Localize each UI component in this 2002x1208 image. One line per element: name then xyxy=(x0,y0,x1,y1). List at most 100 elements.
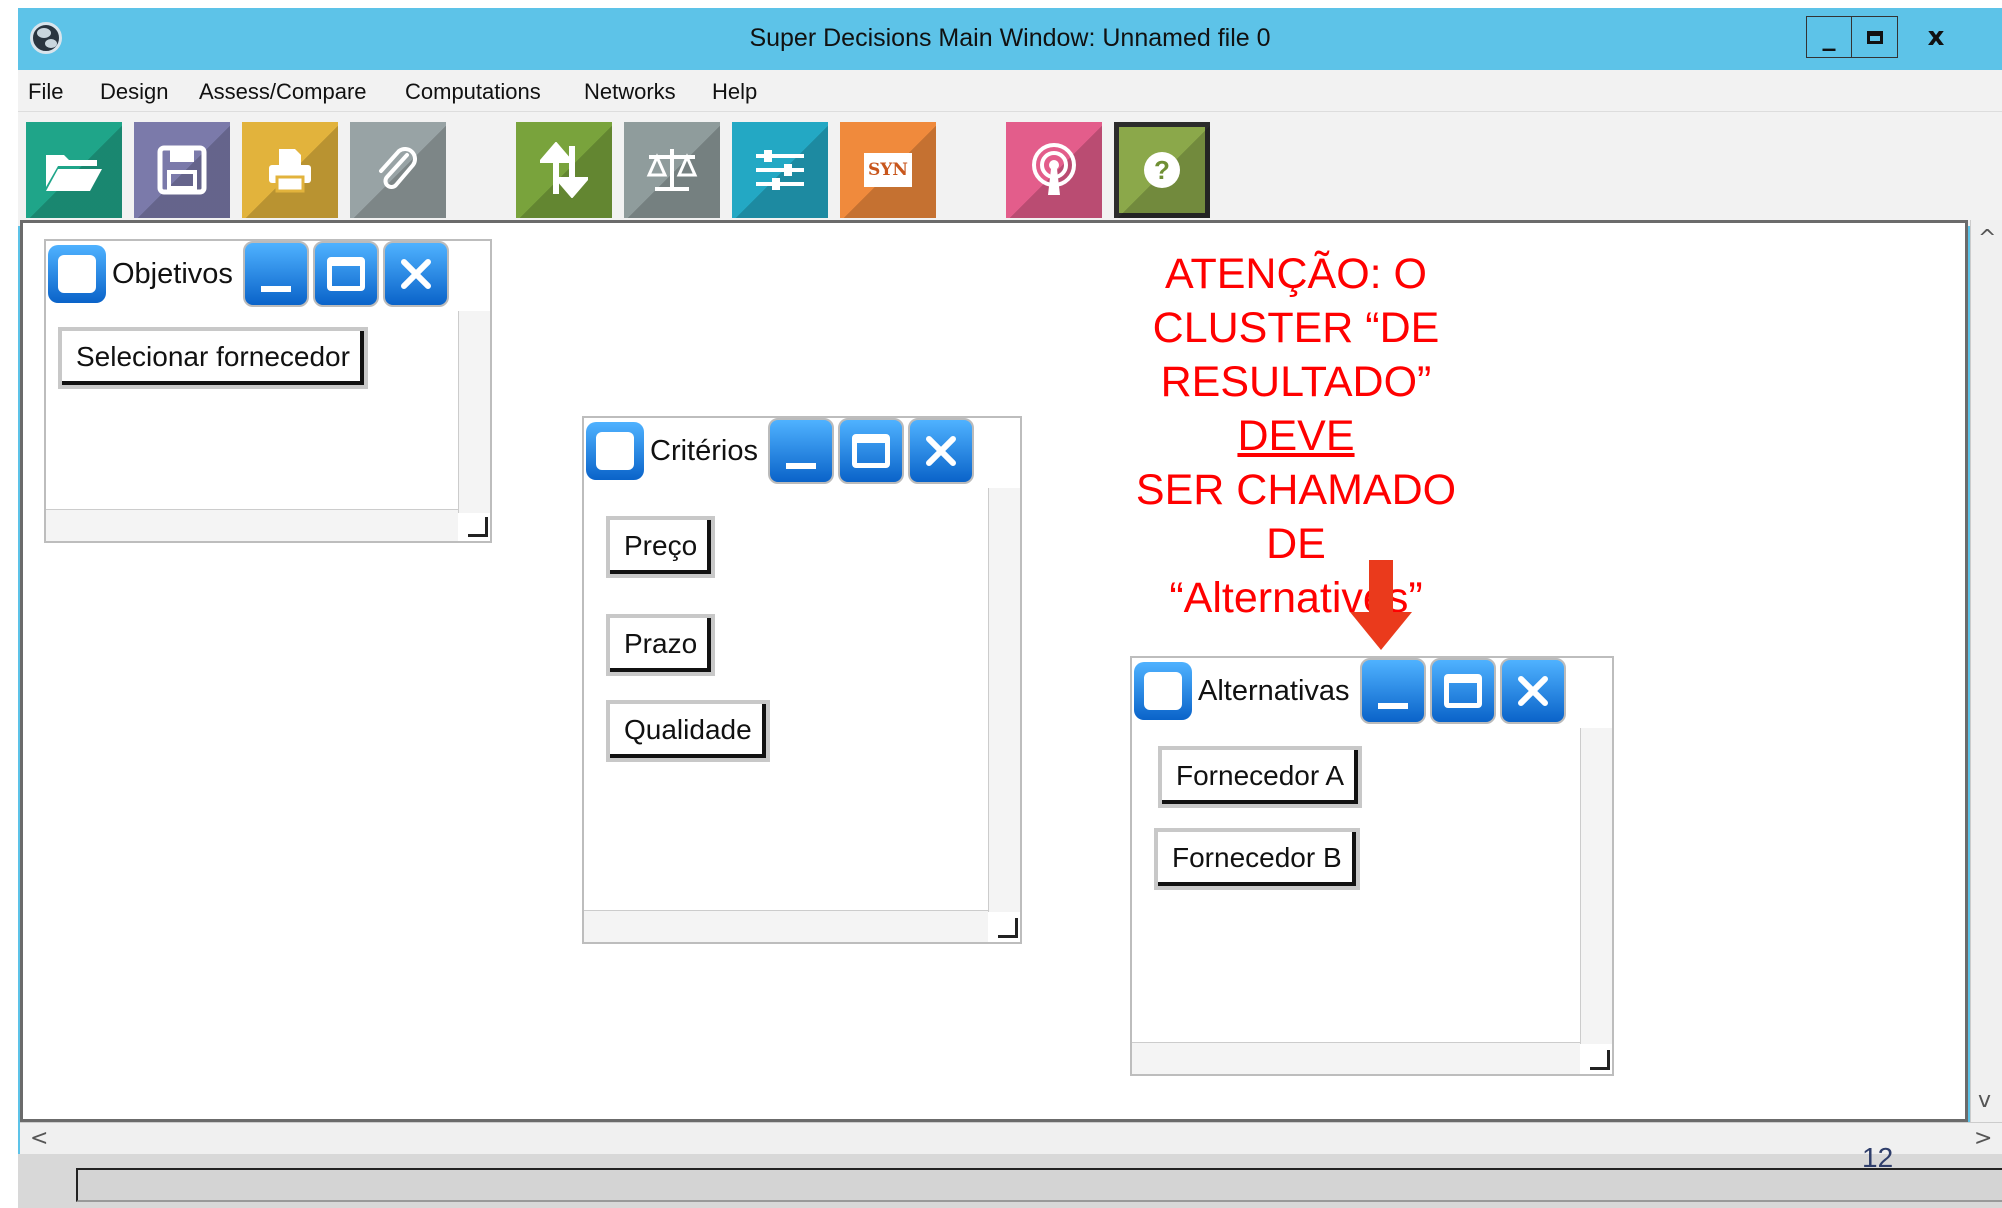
close-icon xyxy=(1517,676,1548,706)
cluster-header[interactable]: Alternativas xyxy=(1132,658,1566,724)
node-label: Preço xyxy=(624,530,698,561)
title-bar[interactable]: Super Decisions Main Window: Unnamed fil… xyxy=(18,8,2002,70)
help-label: ? xyxy=(1154,154,1170,185)
sync-button[interactable] xyxy=(516,122,612,218)
cluster-horizontal-scrollbar[interactable] xyxy=(46,509,458,541)
resize-grip[interactable] xyxy=(998,918,1018,938)
annotation-line: “Alternatives” xyxy=(1169,574,1423,622)
horizontal-scrollbar[interactable]: < > xyxy=(20,1122,2002,1154)
minimize-icon xyxy=(260,286,291,292)
node-preco[interactable]: Preço xyxy=(606,516,716,578)
node-label: Selecionar fornecedor xyxy=(76,341,350,372)
balance-button[interactable] xyxy=(624,122,720,218)
maximize-button[interactable] xyxy=(1852,16,1898,58)
close-icon xyxy=(400,259,431,289)
scroll-up-arrow[interactable]: ^ xyxy=(1978,226,1996,251)
sync-icon xyxy=(540,142,588,198)
cluster-maximize-button[interactable] xyxy=(312,241,379,307)
menu-bar: File Design Assess/Compare Computations … xyxy=(18,70,2002,112)
cluster-horizontal-scrollbar[interactable] xyxy=(1132,1042,1580,1074)
help-button[interactable]: ? xyxy=(1114,122,1210,218)
attach-button[interactable] xyxy=(350,122,446,218)
close-button[interactable]: x xyxy=(1898,16,1974,58)
cluster-horizontal-scrollbar[interactable] xyxy=(584,910,988,942)
cluster-vertical-scrollbar[interactable] xyxy=(1580,728,1612,1044)
node-selecionar-fornecedor[interactable]: Selecionar fornecedor xyxy=(58,327,368,389)
annotation-text: RESULTADO” xyxy=(1160,358,1432,406)
menu-design[interactable]: Design xyxy=(100,79,168,105)
resize-grip[interactable] xyxy=(1590,1050,1610,1070)
cluster-close-button[interactable] xyxy=(907,418,974,484)
cluster-alternativas[interactable]: Alternativas Fornecedor A Fornecedor B xyxy=(1130,656,1614,1076)
syn-button[interactable]: SYN xyxy=(840,122,936,218)
node-fornecedor-a[interactable]: Fornecedor A xyxy=(1158,746,1363,808)
menu-networks[interactable]: Networks xyxy=(584,79,676,105)
cluster-window-icon xyxy=(48,245,106,303)
attach-icon xyxy=(379,147,417,189)
scroll-right-arrow[interactable]: > xyxy=(1974,1126,1992,1151)
maximize-icon xyxy=(1866,30,1883,44)
cluster-close-button[interactable] xyxy=(382,241,449,307)
cluster-maximize-button[interactable] xyxy=(1429,658,1496,724)
sliders-icon xyxy=(756,150,804,190)
broadcast-icon xyxy=(1032,143,1076,195)
scroll-left-arrow[interactable]: < xyxy=(30,1126,48,1151)
annotation-line: RESULTADO” DEVE xyxy=(1112,355,1480,463)
cluster-header[interactable]: Objetivos xyxy=(46,241,449,307)
open-button[interactable] xyxy=(26,122,122,218)
cluster-minimize-button[interactable] xyxy=(767,418,834,484)
node-fornecedor-b[interactable]: Fornecedor B xyxy=(1154,828,1360,890)
menu-file[interactable]: File xyxy=(28,79,63,105)
screenshot-frame: Super Decisions Main Window: Unnamed fil… xyxy=(0,0,2002,1208)
cluster-minimize-button[interactable] xyxy=(1359,658,1426,724)
status-field xyxy=(76,1168,2002,1202)
cluster-criterios[interactable]: Critérios Preço Prazo Qualidade xyxy=(582,416,1022,944)
node-qualidade[interactable]: Qualidade xyxy=(606,700,770,762)
cluster-window-icon xyxy=(1134,662,1192,720)
scroll-down-arrow[interactable]: v xyxy=(1978,1088,1991,1113)
cluster-header[interactable]: Critérios xyxy=(584,418,974,484)
node-label: Fornecedor A xyxy=(1176,760,1345,791)
balance-icon xyxy=(646,149,698,191)
cluster-title: Critérios xyxy=(650,434,758,467)
node-label: Qualidade xyxy=(624,714,752,745)
menu-computations[interactable]: Computations xyxy=(405,79,541,105)
resize-grip[interactable] xyxy=(468,517,488,537)
save-icon xyxy=(157,145,207,195)
minimize-button[interactable]: _ xyxy=(1806,16,1852,58)
warning-annotation: ATENÇÃO: O CLUSTER “DE RESULTADO” DEVE S… xyxy=(1112,247,1480,625)
annotation-line: SER CHAMADO DE xyxy=(1135,466,1457,568)
node-label: Prazo xyxy=(624,628,698,659)
toolbar: SYN ? xyxy=(18,112,2002,226)
cluster-vertical-scrollbar[interactable] xyxy=(458,311,490,513)
sliders-button[interactable] xyxy=(732,122,828,218)
save-button[interactable] xyxy=(134,122,230,218)
minimize-icon xyxy=(1377,703,1408,709)
print-button[interactable] xyxy=(242,122,338,218)
maximize-icon xyxy=(1443,674,1482,708)
maximize-icon xyxy=(326,257,365,291)
cluster-maximize-button[interactable] xyxy=(837,418,904,484)
cluster-window-icon xyxy=(586,422,644,480)
open-folder-icon xyxy=(46,155,102,191)
cluster-vertical-scrollbar[interactable] xyxy=(988,488,1020,912)
cluster-title: Alternativas xyxy=(1198,674,1350,707)
window-title: Super Decisions Main Window: Unnamed fil… xyxy=(749,24,1271,52)
down-arrow-icon xyxy=(1350,560,1412,650)
annotation-underlined-text: DEVE xyxy=(1237,412,1355,460)
cluster-close-button[interactable] xyxy=(1499,658,1566,724)
cluster-minimize-button[interactable] xyxy=(242,241,309,307)
maximize-icon xyxy=(851,434,890,468)
annotation-line: ATENÇÃO: O xyxy=(1164,250,1427,298)
menu-assess-compare[interactable]: Assess/Compare xyxy=(199,79,367,105)
syn-label: SYN xyxy=(868,160,908,180)
status-bar xyxy=(18,1154,2002,1208)
vertical-scrollbar[interactable]: ^ v xyxy=(1970,220,2002,1122)
broadcast-button[interactable] xyxy=(1006,122,1102,218)
cluster-objetivos[interactable]: Objetivos Selecionar fornecedor xyxy=(44,239,492,543)
minimize-icon xyxy=(785,463,816,469)
page-number: 12 xyxy=(1862,1142,1894,1173)
menu-help[interactable]: Help xyxy=(712,79,757,105)
node-prazo[interactable]: Prazo xyxy=(606,614,716,676)
print-icon xyxy=(269,149,311,193)
